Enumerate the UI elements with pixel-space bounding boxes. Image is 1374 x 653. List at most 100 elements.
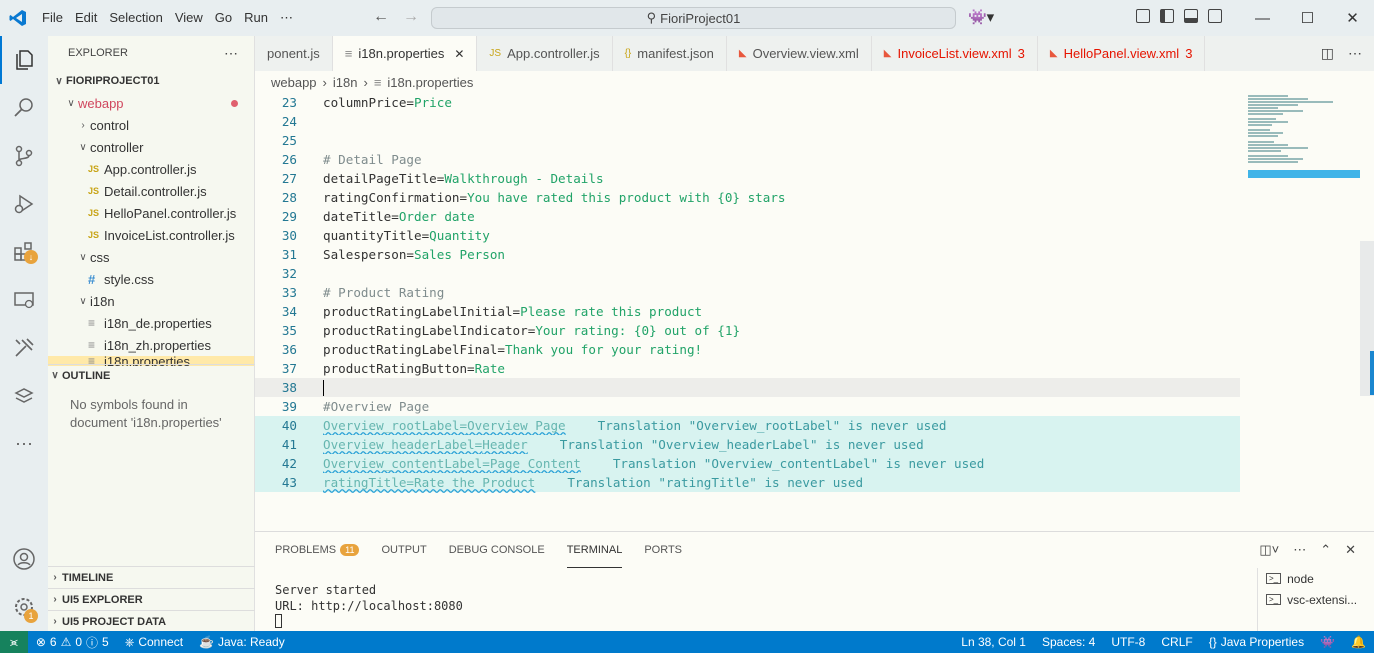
tools-icon[interactable] [0,324,48,372]
terminal-instance[interactable]: >_ vsc-extensi... [1258,589,1374,610]
explorer-icon[interactable] [0,36,48,84]
tree-item[interactable]: ≡ i18n_zh.properties [48,334,254,356]
remote-explorer-icon[interactable] [0,276,48,324]
code-line[interactable]: 37 productRatingButton=Rate [255,359,1240,378]
copilot-status-icon[interactable]: 👾 [1312,635,1343,649]
forward-arrow-icon[interactable]: → [403,8,419,26]
panel-tab-terminal[interactable]: TERMINAL [566,532,623,568]
maximize-icon[interactable]: ☐ [1285,0,1330,36]
sap-tools-icon[interactable] [0,372,48,420]
back-arrow-icon[interactable]: ← [373,8,389,26]
code-line[interactable]: 41 Overview_headerLabel=Header Translation… [255,435,1240,454]
section-0[interactable]: › TIMELINE [48,566,255,588]
code-line[interactable]: 43 ratingTitle=Rate the Product Translatio… [255,473,1240,492]
close-panel-icon[interactable]: ✕ [1345,542,1356,558]
connect-button[interactable]: ⎈ Connect [117,635,191,650]
close-window-icon[interactable]: ✕ [1330,0,1374,36]
code-line[interactable]: 25 [255,131,1240,150]
tree-item[interactable]: ∨ webapp [48,92,254,114]
more-views-icon[interactable]: ⋯ [0,420,48,468]
tree-item[interactable]: ∨ css [48,246,254,268]
menu-item-6[interactable]: ⋯ [274,0,299,36]
toggle-secondary-sidebar-icon[interactable] [1208,9,1222,23]
extensions-icon[interactable]: ↓ [0,228,48,276]
menu-item-0[interactable]: File [36,0,69,36]
code-line[interactable]: 36 productRatingLabelFinal=Thank you for … [255,340,1240,359]
tree-item[interactable]: # style.css [48,268,254,290]
toggle-panel-icon[interactable] [1184,9,1198,23]
remote-indicator[interactable]: ⪤ [0,631,28,653]
tree-item[interactable]: › control [48,114,254,136]
search-view-icon[interactable] [0,84,48,132]
more-actions-icon[interactable]: ⋯ [1293,542,1306,558]
panel-tab-output[interactable]: OUTPUT [381,532,426,568]
tab-1[interactable]: ≡ i18n.properties ✕ [332,36,478,71]
code-line[interactable]: 33 # Product Rating [255,283,1240,302]
menu-item-3[interactable]: View [169,0,209,36]
code-line[interactable]: 27 detailPageTitle=Walkthrough - Details [255,169,1240,188]
panel-tab-ports[interactable]: PORTS [644,532,682,568]
code-line[interactable]: 29 dateTitle=Order date [255,207,1240,226]
tab-6[interactable]: ◣ HelloPanel.view.xml 3 [1037,36,1206,71]
tab-0[interactable]: ponent.js [255,36,333,71]
tree-item[interactable]: ∨ i18n [48,290,254,312]
menu-item-5[interactable]: Run [238,0,274,36]
minimap[interactable] [1240,93,1374,531]
tab-3[interactable]: {} manifest.json [612,36,727,71]
panel-tab-problems[interactable]: PROBLEMS 11 [275,532,360,568]
terminal-output[interactable]: Server started URL: http://localhost:8080 [255,582,1374,614]
accounts-icon[interactable] [0,535,48,583]
copilot-icon[interactable]: 👾▾ [968,8,994,26]
command-center[interactable]: ⚲ FioriProject01 [431,7,956,29]
code-line[interactable]: 35 productRatingLabelIndicator=Your ratin… [255,321,1240,340]
code-line[interactable]: 39 #Overview Page [255,397,1240,416]
breadcrumb-item[interactable]: i18n [333,75,358,90]
section-1[interactable]: › UI5 EXPLORER [48,588,255,610]
panel-tab-debug-console[interactable]: DEBUG CONSOLE [449,532,545,568]
breadcrumb-item[interactable]: webapp [271,75,317,90]
code-line[interactable]: 34 productRatingLabelInitial=Please rate … [255,302,1240,321]
split-editor-icon[interactable]: ◫ [1321,45,1334,62]
tree-item[interactable]: JS InvoiceList.controller.js [48,224,254,246]
tab-2[interactable]: JS App.controller.js [477,36,613,71]
manage-gear-icon[interactable]: 1 [0,583,48,631]
notifications-bell-icon[interactable]: 🔔 [1343,635,1374,649]
maximize-panel-icon[interactable]: ⌃ [1320,542,1331,558]
code-line[interactable]: 23 columnPrice=Price [255,93,1240,112]
tab-4[interactable]: ◣ Overview.view.xml [726,36,872,71]
project-root[interactable]: ∨ FIORIPROJECT01 [48,70,254,92]
tree-item[interactable]: JS App.controller.js [48,158,254,180]
source-control-icon[interactable] [0,132,48,180]
customize-layout-icon[interactable] [1136,9,1150,23]
code-line[interactable]: 40 Overview_rootLabel=Overview Page Transl… [255,416,1240,435]
tree-item[interactable]: ∨ controller [48,136,254,158]
code-editor[interactable]: 23 columnPrice=Price 24 25 26 # Detail Page 27… [255,93,1240,531]
code-line[interactable]: 32 [255,264,1240,283]
code-line[interactable]: 38 [255,378,1240,397]
menu-item-1[interactable]: Edit [69,0,103,36]
outline-section[interactable]: ∨ OUTLINE [48,364,255,386]
encoding[interactable]: UTF-8 [1103,635,1153,649]
code-line[interactable]: 42 Overview_contentLabel=Page Content Tran… [255,454,1240,473]
cursor-position[interactable]: Ln 38, Col 1 [953,635,1034,649]
code-line[interactable]: 31 Salesperson=Sales Person [255,245,1240,264]
java-status[interactable]: ☕ Java: Ready [191,635,293,649]
more-actions-icon[interactable]: ⋯ [1348,45,1362,62]
code-line[interactable]: 30 quantityTitle=Quantity [255,226,1240,245]
indentation[interactable]: Spaces: 4 [1034,635,1103,649]
breadcrumb-item[interactable]: i18n.properties [387,75,473,90]
more-actions-icon[interactable]: ⋯ [224,45,238,62]
end-of-line[interactable]: CRLF [1153,635,1200,649]
terminal-instance[interactable]: >_ node [1258,568,1374,589]
code-line[interactable]: 26 # Detail Page [255,150,1240,169]
minimize-icon[interactable]: — [1240,0,1285,36]
section-2[interactable]: › UI5 PROJECT DATA [48,610,255,632]
toggle-primary-sidebar-icon[interactable] [1160,9,1174,23]
code-line[interactable]: 28 ratingConfirmation=You have rated this… [255,188,1240,207]
language-mode[interactable]: {} Java Properties [1201,635,1312,649]
code-line[interactable]: 24 [255,112,1240,131]
close-tab-icon[interactable]: ✕ [454,47,464,61]
tree-item[interactable]: ≡ i18n_de.properties [48,312,254,334]
split-terminal-icon[interactable]: ◫˅ [1259,542,1279,558]
menu-item-4[interactable]: Go [209,0,238,36]
